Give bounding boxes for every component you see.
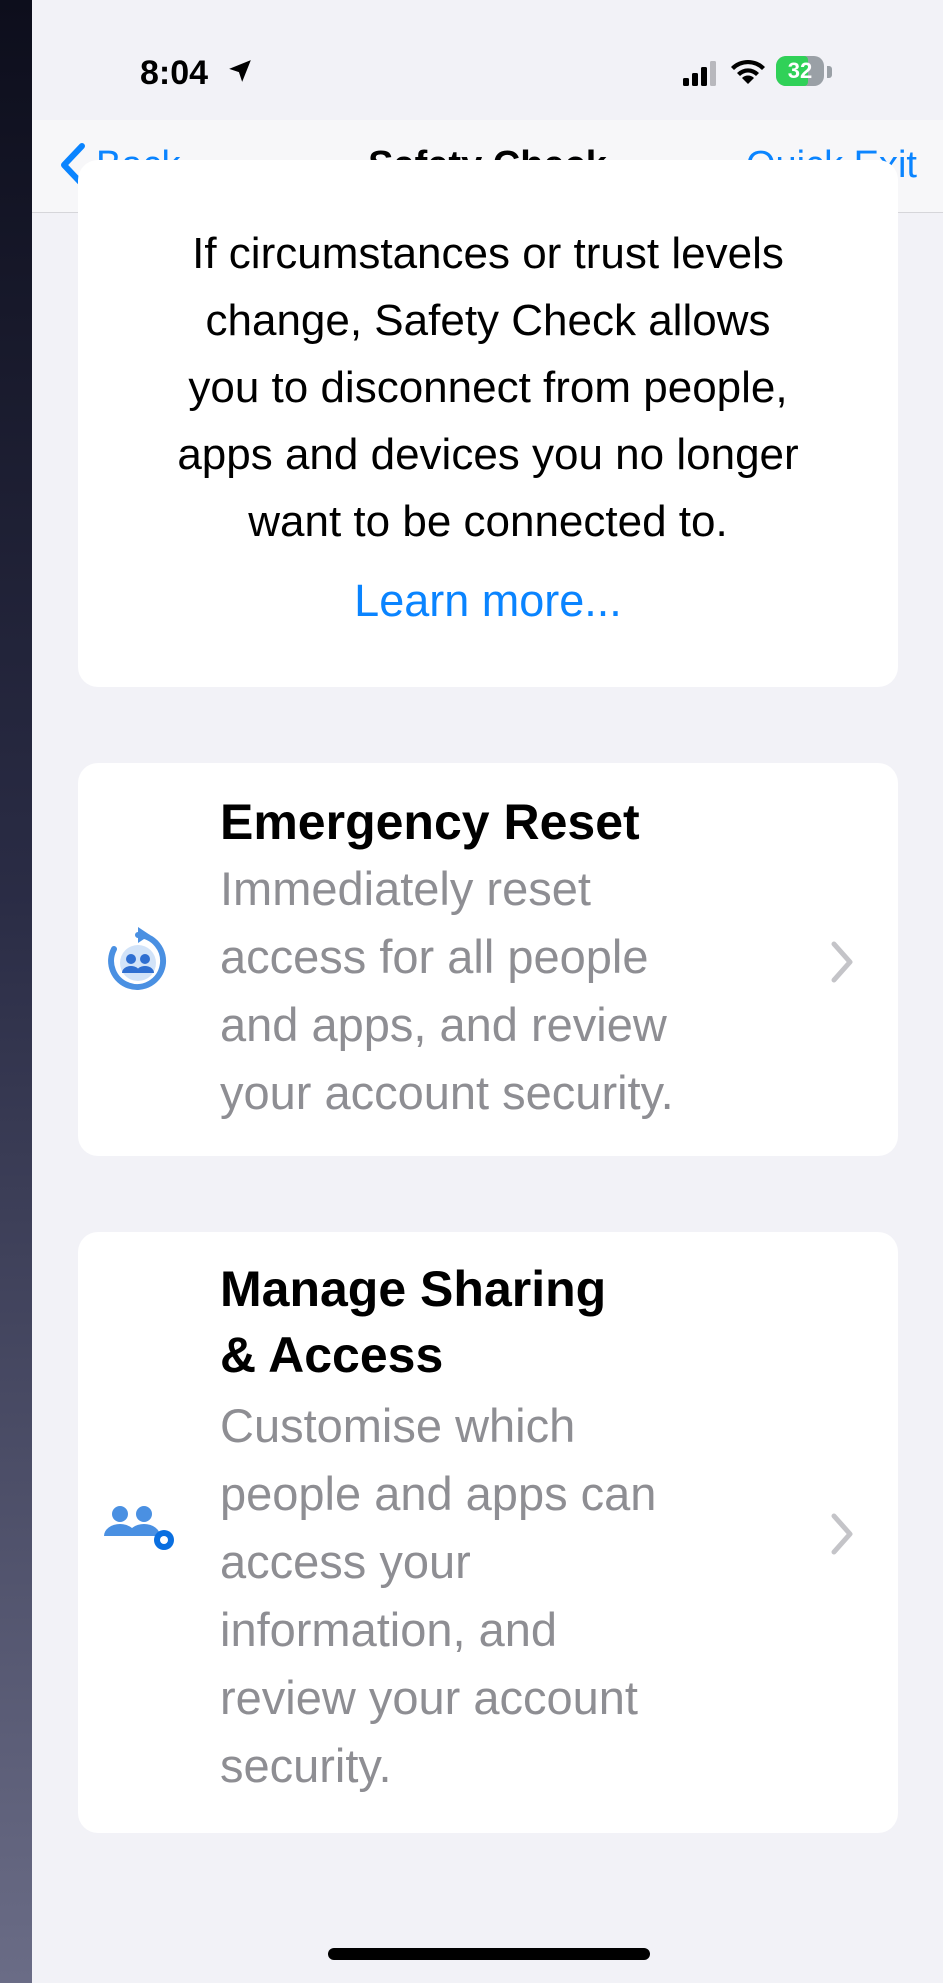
location-arrow-icon <box>229 60 251 82</box>
description-line: review your account <box>220 1671 638 1724</box>
description-line: Customise which <box>220 1399 576 1452</box>
title-line: & Access <box>220 1327 444 1383</box>
wifi-icon <box>731 59 765 84</box>
learn-more-link[interactable]: Learn more... <box>32 575 943 627</box>
description-line: and apps, and review <box>220 998 667 1051</box>
description-line: access for all people <box>220 930 649 983</box>
chevron-right-icon <box>831 941 853 983</box>
description-line: people and apps can <box>220 1467 657 1520</box>
person-reset-icon <box>108 927 166 990</box>
description-line: information, and <box>220 1603 558 1656</box>
signal-icon <box>683 61 716 86</box>
manage-sharing-row[interactable]: Manage Sharing & Access Customise which … <box>78 1232 898 1833</box>
status-time: 8:04 <box>140 54 209 92</box>
intro-line: you to disconnect from people, <box>188 363 788 412</box>
description-line: access your <box>220 1535 471 1588</box>
battery-icon: 32 <box>776 56 836 88</box>
status-bar: 8:04 32 <box>32 0 943 120</box>
emergency-reset-description: Immediately reset access for all people … <box>220 855 780 1127</box>
manage-sharing-description: Customise which people and apps can acce… <box>220 1392 780 1800</box>
emergency-reset-row[interactable]: Emergency Reset Immediately reset access… <box>78 763 898 1156</box>
intro-line: apps and devices you no longer <box>177 430 799 479</box>
intro-line: want to be connected to. <box>248 497 728 546</box>
title-line: Manage Sharing <box>220 1261 607 1317</box>
intro-line: If circumstances or trust levels <box>192 229 784 278</box>
people-gear-icon <box>104 1506 174 1550</box>
description-line: your account security. <box>220 1066 674 1119</box>
description-line: Immediately reset <box>220 862 591 915</box>
home-indicator[interactable] <box>328 1948 650 1960</box>
chevron-right-icon <box>831 1513 853 1555</box>
manage-sharing-title: Manage Sharing & Access <box>220 1256 606 1388</box>
phone-screen: 8:04 32 Back Safety Chec <box>32 0 943 1983</box>
intro-description: If circumstances or trust levels change,… <box>98 220 878 555</box>
description-line: security. <box>220 1739 392 1792</box>
emergency-reset-title: Emergency Reset <box>220 794 640 850</box>
battery-level: 32 <box>787 58 813 83</box>
intro-line: change, Safety Check allows <box>205 296 771 345</box>
